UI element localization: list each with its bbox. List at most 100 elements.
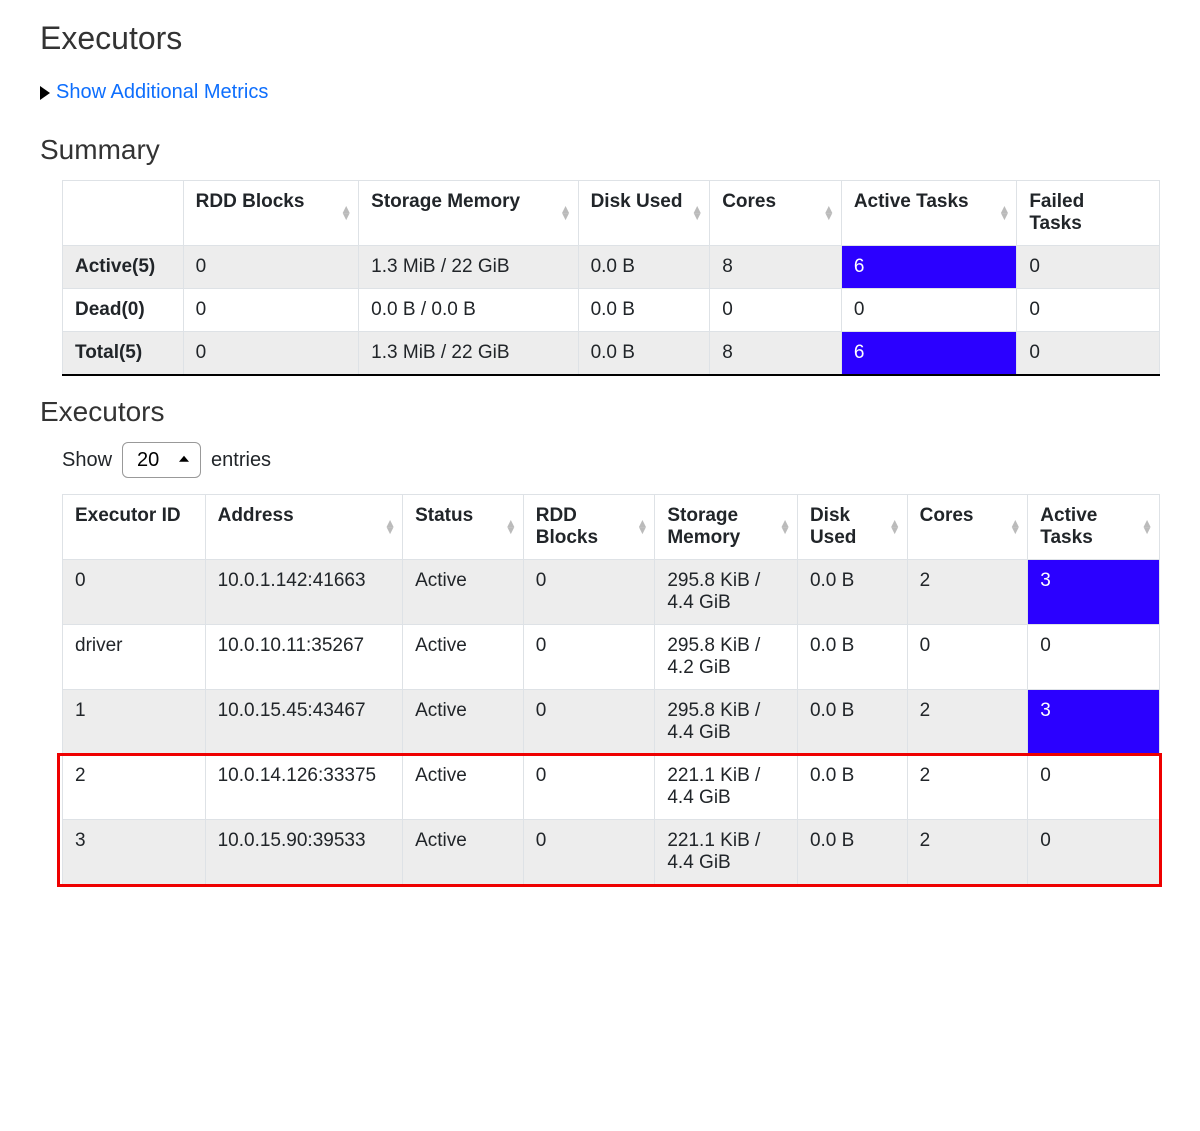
exec-cell-id: 0: [63, 560, 206, 625]
summary-col-rdd-blocks[interactable]: RDD Blocks▲▼: [183, 181, 359, 246]
executors-table: Executor ID Address▲▼ Status▲▼ RDD Block…: [62, 494, 1160, 885]
exec-cell-address: 10.0.15.90:39533: [205, 820, 402, 885]
summary-col-cores[interactable]: Cores▲▼: [710, 181, 842, 246]
exec-cell-active: 0: [1028, 820, 1160, 885]
exec-col-storage-memory[interactable]: Storage Memory▲▼: [655, 495, 798, 560]
exec-cell-active: 0: [1028, 755, 1160, 820]
exec-cell-id: driver: [63, 625, 206, 690]
entries-select[interactable]: 20: [122, 442, 201, 478]
summary-cell-cores: 8: [710, 332, 842, 376]
toggle-label: Show Additional Metrics: [56, 81, 268, 104]
summary-cell-mem: 1.3 MiB / 22 GiB: [359, 332, 578, 376]
caret-right-icon: [40, 86, 50, 100]
exec-cell-status: Active: [403, 625, 524, 690]
sort-icon: ▲▼: [560, 206, 572, 220]
exec-cell-disk: 0.0 B: [797, 820, 907, 885]
exec-cell-mem: 221.1 KiB / 4.4 GiB: [655, 755, 798, 820]
summary-table: RDD Blocks▲▼ Storage Memory▲▼ Disk Used▲…: [62, 180, 1160, 376]
exec-cell-disk: 0.0 B: [797, 755, 907, 820]
summary-cell-rdd: 0: [183, 246, 359, 289]
summary-cell-rdd: 0: [183, 289, 359, 332]
exec-cell-mem: 295.8 KiB / 4.2 GiB: [655, 625, 798, 690]
summary-row: Dead(0)00.0 B / 0.0 B0.0 B000: [63, 289, 1160, 332]
sort-icon: ▲▼: [1141, 520, 1153, 534]
sort-icon: ▲▼: [505, 520, 517, 534]
summary-cell-mem: 1.3 MiB / 22 GiB: [359, 246, 578, 289]
exec-cell-cores: 2: [907, 755, 1028, 820]
exec-cell-status: Active: [403, 755, 524, 820]
exec-cell-mem: 295.8 KiB / 4.4 GiB: [655, 690, 798, 755]
exec-cell-cores: 2: [907, 820, 1028, 885]
exec-col-executor-id[interactable]: Executor ID: [63, 495, 206, 560]
sort-icon: ▲▼: [889, 520, 901, 534]
exec-cell-id: 3: [63, 820, 206, 885]
exec-cell-status: Active: [403, 560, 524, 625]
exec-cell-mem: 295.8 KiB / 4.4 GiB: [655, 560, 798, 625]
summary-cell-failed: 0: [1017, 246, 1160, 289]
exec-cell-disk: 0.0 B: [797, 625, 907, 690]
sort-icon: ▲▼: [340, 206, 352, 220]
entries-label: entries: [211, 449, 271, 472]
summary-cell-cores: 8: [710, 246, 842, 289]
exec-cell-cores: 2: [907, 690, 1028, 755]
summary-cell-failed: 0: [1017, 332, 1160, 376]
show-additional-metrics-toggle[interactable]: Show Additional Metrics: [40, 81, 268, 104]
summary-cell-failed: 0: [1017, 289, 1160, 332]
sort-icon: ▲▼: [636, 520, 648, 534]
summary-col-blank[interactable]: [63, 181, 184, 246]
sort-icon: ▲▼: [998, 206, 1010, 220]
executor-row: 310.0.15.90:39533Active0221.1 KiB / 4.4 …: [63, 820, 1160, 885]
exec-cell-disk: 0.0 B: [797, 560, 907, 625]
summary-cell-disk: 0.0 B: [578, 246, 710, 289]
executor-row: 010.0.1.142:41663Active0295.8 KiB / 4.4 …: [63, 560, 1160, 625]
exec-cell-id: 1: [63, 690, 206, 755]
exec-col-cores[interactable]: Cores▲▼: [907, 495, 1028, 560]
exec-cell-active: 3: [1028, 560, 1160, 625]
exec-col-active-tasks[interactable]: Active Tasks▲▼: [1028, 495, 1160, 560]
sort-icon: ▲▼: [1009, 520, 1021, 534]
exec-cell-address: 10.0.10.11:35267: [205, 625, 402, 690]
summary-cell-active: 6: [841, 332, 1017, 376]
exec-cell-address: 10.0.14.126:33375: [205, 755, 402, 820]
summary-cell-disk: 0.0 B: [578, 289, 710, 332]
summary-row-label: Dead(0): [63, 289, 184, 332]
exec-cell-rdd: 0: [523, 625, 655, 690]
sort-icon: ▲▼: [384, 520, 396, 534]
summary-cell-disk: 0.0 B: [578, 332, 710, 376]
sort-icon: ▲▼: [823, 206, 835, 220]
summary-row-label: Active(5): [63, 246, 184, 289]
show-label: Show: [62, 449, 112, 472]
summary-cell-mem: 0.0 B / 0.0 B: [359, 289, 578, 332]
summary-col-storage-memory[interactable]: Storage Memory▲▼: [359, 181, 578, 246]
exec-cell-mem: 221.1 KiB / 4.4 GiB: [655, 820, 798, 885]
summary-row-label: Total(5): [63, 332, 184, 376]
exec-cell-rdd: 0: [523, 820, 655, 885]
summary-col-disk-used[interactable]: Disk Used▲▼: [578, 181, 710, 246]
exec-cell-cores: 2: [907, 560, 1028, 625]
summary-col-failed-tasks[interactable]: Failed Tasks: [1017, 181, 1160, 246]
exec-cell-cores: 0: [907, 625, 1028, 690]
executors-heading: Executors: [40, 396, 1160, 428]
executor-row: driver10.0.10.11:35267Active0295.8 KiB /…: [63, 625, 1160, 690]
exec-col-address[interactable]: Address▲▼: [205, 495, 402, 560]
summary-heading: Summary: [40, 134, 1160, 166]
exec-cell-status: Active: [403, 820, 524, 885]
page-title: Executors: [40, 20, 1160, 57]
executor-row: 210.0.14.126:33375Active0221.1 KiB / 4.4…: [63, 755, 1160, 820]
exec-col-disk-used[interactable]: Disk Used▲▼: [797, 495, 907, 560]
exec-col-status[interactable]: Status▲▼: [403, 495, 524, 560]
summary-cell-cores: 0: [710, 289, 842, 332]
summary-cell-rdd: 0: [183, 332, 359, 376]
exec-cell-id: 2: [63, 755, 206, 820]
exec-col-rdd-blocks[interactable]: RDD Blocks▲▼: [523, 495, 655, 560]
summary-col-active-tasks[interactable]: Active Tasks▲▼: [841, 181, 1017, 246]
executor-row: 110.0.15.45:43467Active0295.8 KiB / 4.4 …: [63, 690, 1160, 755]
exec-cell-rdd: 0: [523, 690, 655, 755]
exec-cell-address: 10.0.15.45:43467: [205, 690, 402, 755]
sort-icon: ▲▼: [779, 520, 791, 534]
exec-cell-status: Active: [403, 690, 524, 755]
exec-cell-rdd: 0: [523, 755, 655, 820]
exec-cell-active: 0: [1028, 625, 1160, 690]
summary-row: Total(5)01.3 MiB / 22 GiB0.0 B860: [63, 332, 1160, 376]
sort-icon: ▲▼: [691, 206, 703, 220]
